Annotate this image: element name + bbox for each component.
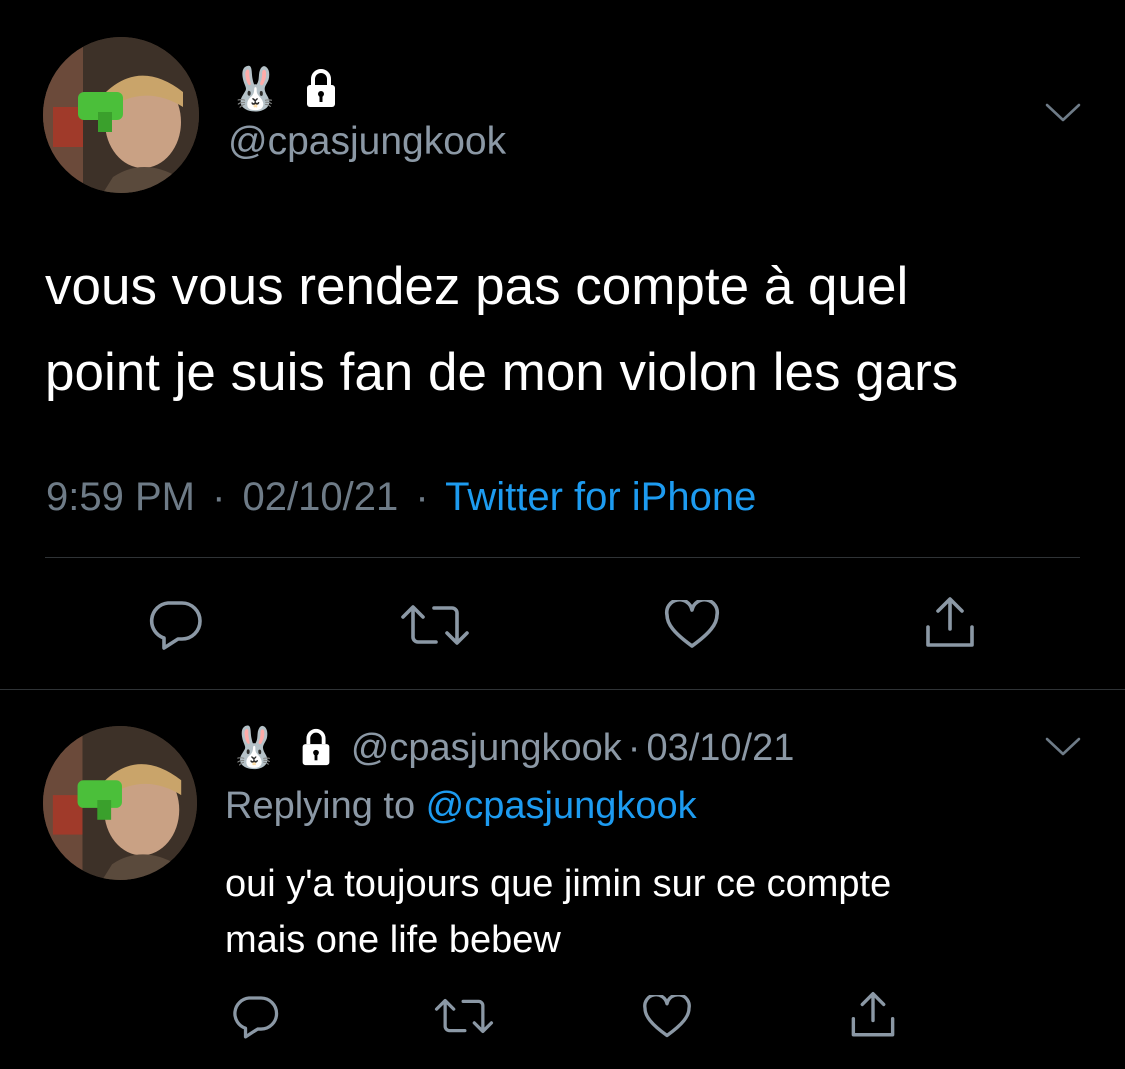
meta-separator: ·: [415, 475, 429, 519]
heart-icon: [643, 995, 691, 1038]
tweet-meta: 9:59 PM · 02/10/21 · Twitter for iPhone: [46, 472, 756, 522]
like-button[interactable]: [664, 600, 720, 650]
chevron-down-icon[interactable]: [1044, 101, 1082, 125]
retweet-icon: [434, 998, 494, 1034]
avatar[interactable]: [43, 37, 199, 193]
chevron-down-icon[interactable]: [1044, 735, 1082, 759]
handle[interactable]: @cpasjungkook: [228, 118, 506, 166]
share-icon: [851, 991, 895, 1037]
reply-button[interactable]: [230, 994, 280, 1040]
meta-separator: ·: [212, 475, 226, 519]
divider: [0, 689, 1125, 690]
tweet-time: 9:59 PM: [46, 475, 195, 519]
handle[interactable]: @cpasjungkook: [351, 727, 622, 770]
lock-icon: [299, 65, 343, 114]
tweet-date: 03/10/21: [646, 726, 795, 769]
heart-icon: [664, 600, 720, 648]
share-button[interactable]: [848, 990, 898, 1042]
tweet-source-link[interactable]: Twitter for iPhone: [445, 475, 756, 519]
reply-header: 🐰 @cpasjungkook · 03/10/21: [229, 721, 794, 775]
reply-icon: [233, 996, 279, 1039]
retweet-button[interactable]: [434, 997, 494, 1035]
share-icon: [926, 597, 974, 647]
tweet-text: vous vous rendez pas compte à quel point…: [45, 244, 958, 416]
rabbit-emoji: 🐰: [229, 64, 282, 113]
retweet-icon: [401, 605, 469, 645]
like-button[interactable]: [642, 995, 692, 1039]
replying-to-label: Replying to: [225, 785, 426, 827]
avatar[interactable]: [43, 726, 197, 880]
replying-to: Replying to @cpasjungkook: [225, 782, 697, 830]
tweet-text: oui y'a toujours que jimin sur ce compte…: [225, 856, 891, 968]
tweet-text-line: point je suis fan de mon violon les gars: [45, 343, 959, 402]
tweet-text-line: vous vous rendez pas compte à quel: [45, 257, 909, 316]
retweet-button[interactable]: [400, 603, 470, 647]
meta-separator: ·: [627, 726, 641, 769]
avatar-photo: [43, 726, 197, 880]
rabbit-emoji: 🐰: [229, 725, 279, 771]
lock-icon: [295, 725, 337, 772]
replying-to-handle-link[interactable]: @cpasjungkook: [426, 785, 697, 827]
tweet-date: 02/10/21: [242, 475, 399, 519]
reply-icon: [149, 601, 202, 650]
divider: [45, 557, 1080, 558]
share-button[interactable]: [922, 595, 978, 653]
reply-button[interactable]: [146, 599, 204, 651]
tweet-text-line: mais one life bebew: [225, 919, 561, 961]
display-name: 🐰: [229, 62, 343, 116]
tweet-text-line: oui y'a toujours que jimin sur ce compte: [225, 863, 892, 905]
avatar-photo: [43, 37, 199, 193]
